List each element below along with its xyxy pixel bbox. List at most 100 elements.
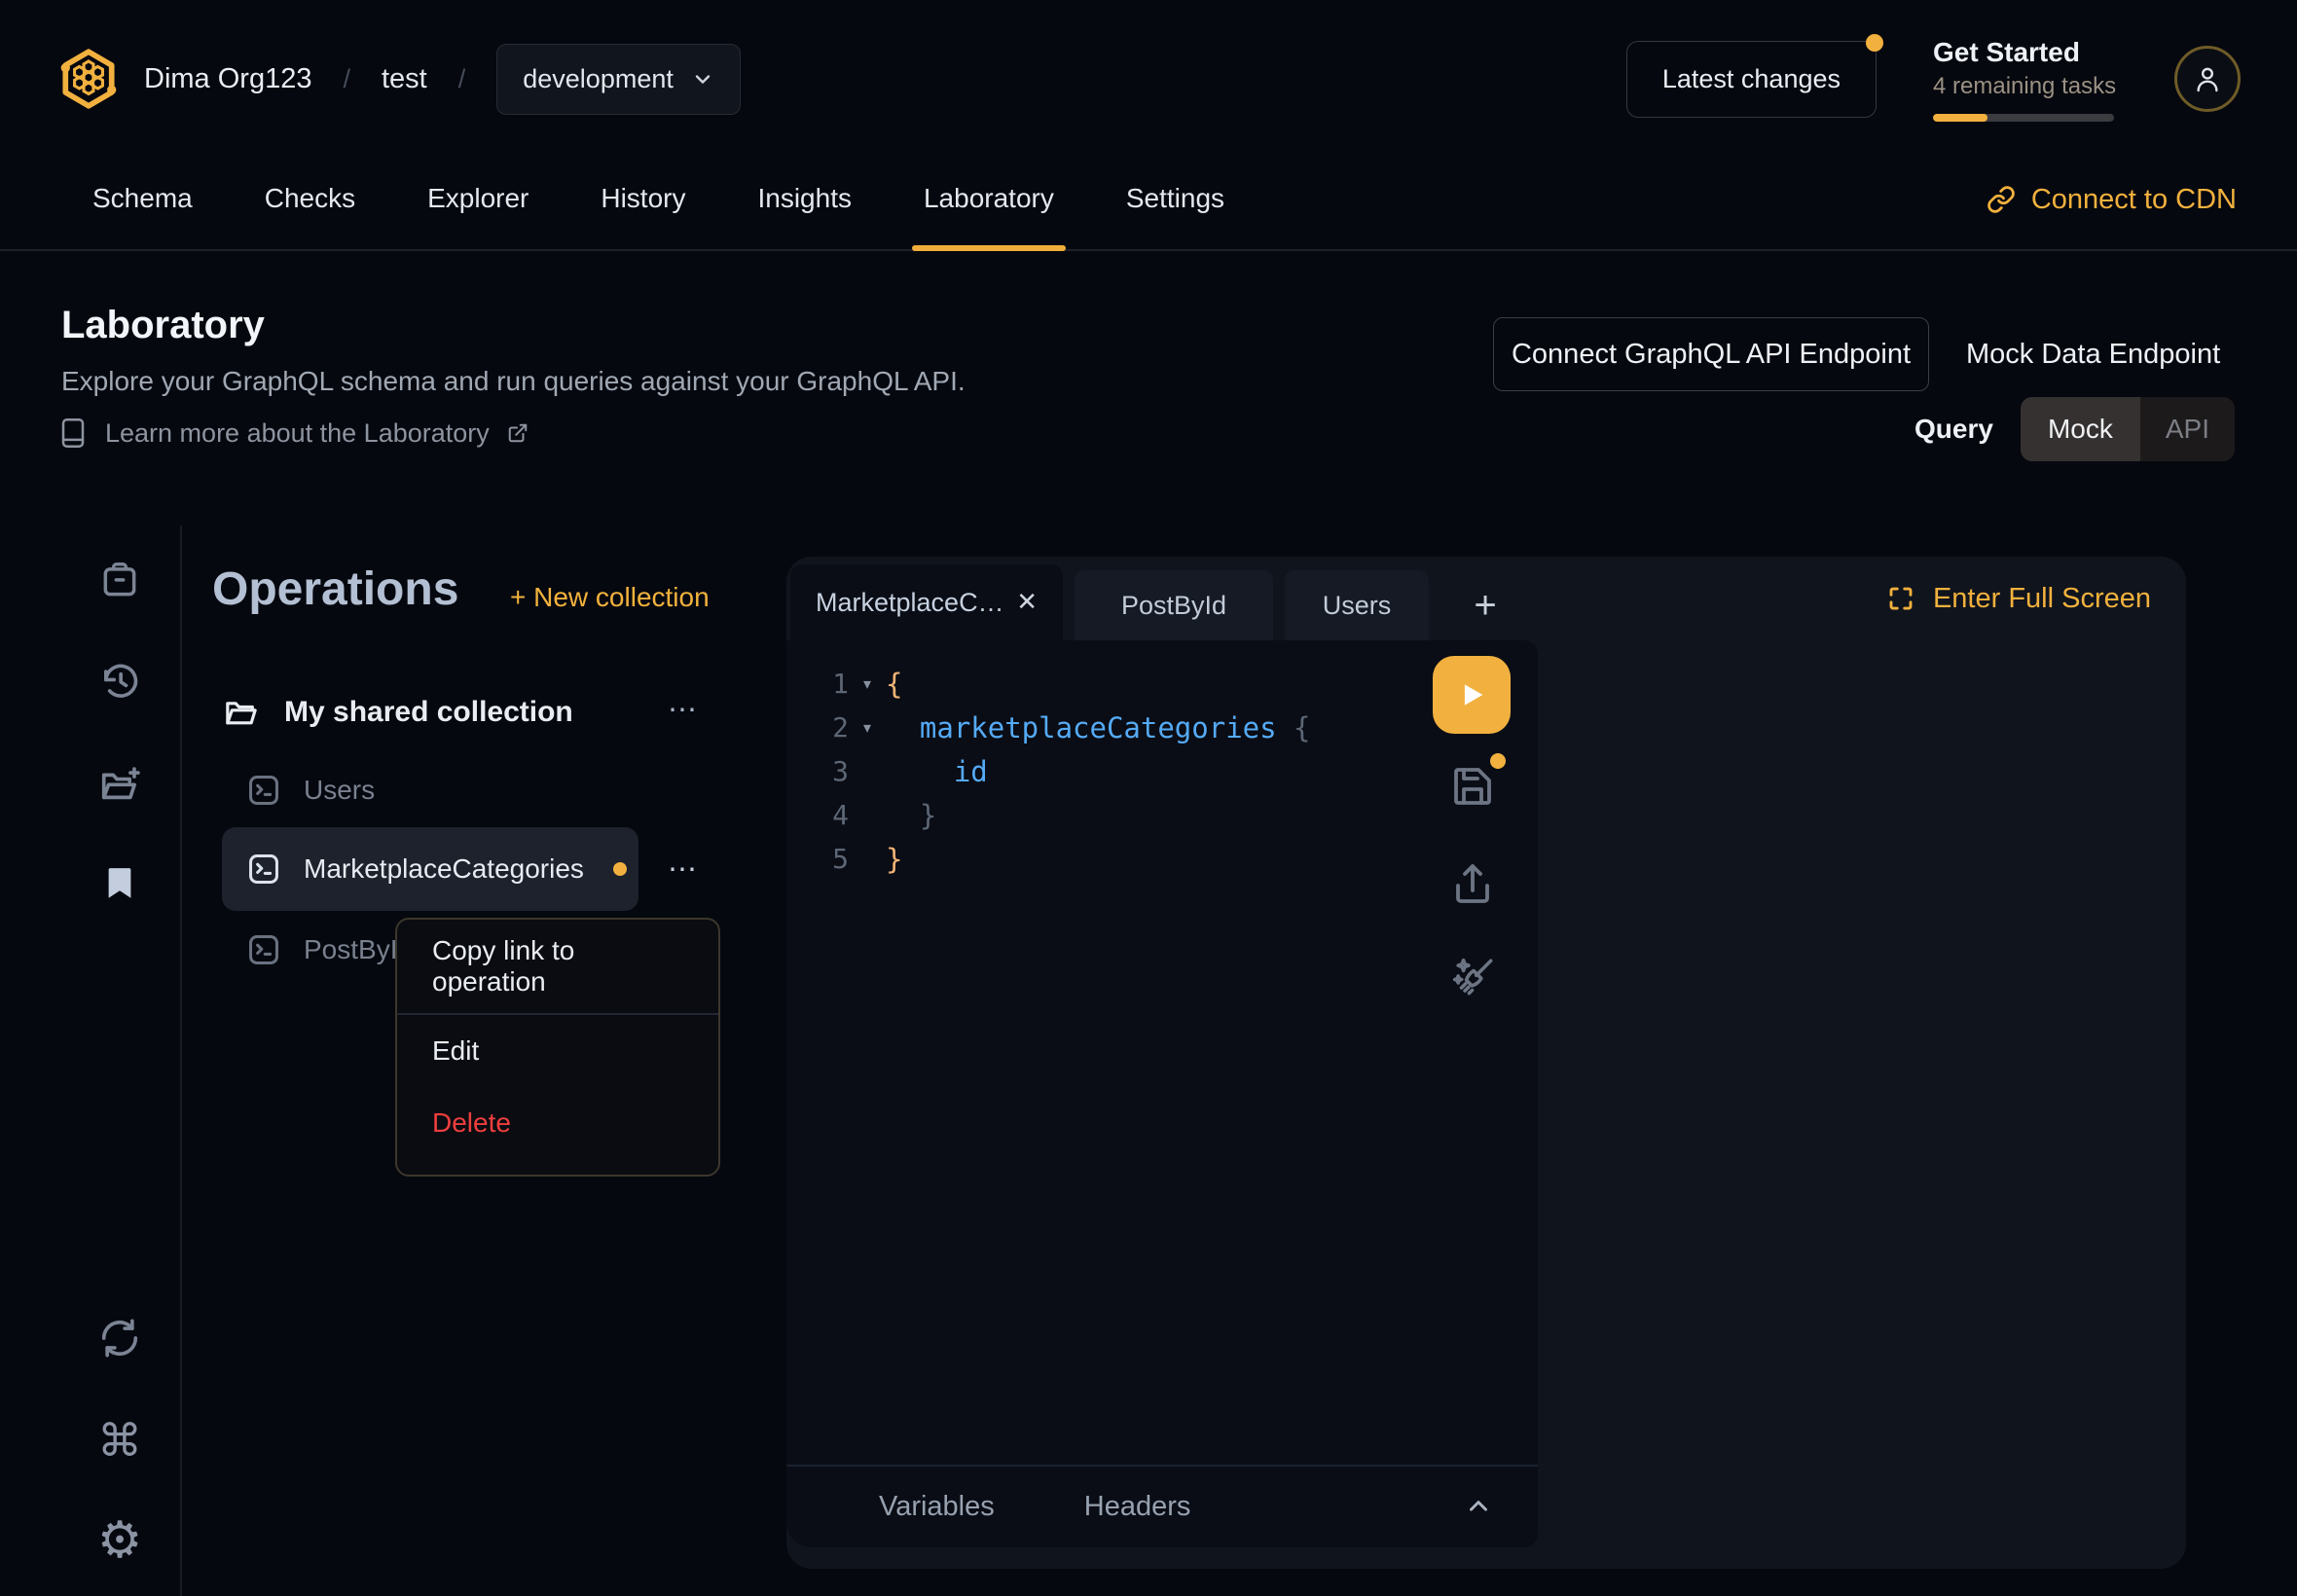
sidebar-item-docs[interactable]: [94, 554, 145, 604]
collapse-chevron-icon[interactable]: [1464, 1492, 1493, 1521]
tab-laboratory[interactable]: Laboratory: [924, 148, 1054, 249]
collection-menu-button[interactable]: ⋯: [668, 693, 701, 727]
code-token: }: [886, 843, 902, 876]
tab-schema[interactable]: Schema: [92, 148, 193, 249]
sidebar-item-shortcuts[interactable]: ⌘: [94, 1415, 145, 1466]
bookmark-icon: [99, 862, 140, 903]
new-tab-button[interactable]: +: [1456, 570, 1514, 640]
get-started-widget[interactable]: Get Started 4 remaining tasks: [1933, 37, 2118, 122]
learn-more-link[interactable]: Learn more about the Laboratory: [58, 417, 529, 450]
close-tab-icon[interactable]: ✕: [1016, 588, 1038, 617]
breadcrumb-project[interactable]: test: [382, 63, 427, 95]
code-line: 5 }: [786, 837, 1390, 881]
operation-item-users[interactable]: Users: [245, 761, 375, 819]
connect-endpoint-button[interactable]: Connect GraphQL API Endpoint: [1493, 317, 1929, 391]
link-icon: [1987, 185, 2016, 214]
menu-item-edit[interactable]: Edit: [397, 1015, 718, 1087]
unsaved-changes-dot: [613, 862, 627, 876]
menu-item-delete[interactable]: Delete: [397, 1087, 718, 1159]
editor-tab-postbyid[interactable]: PostById: [1075, 570, 1273, 640]
laboratory-page: Dima Org123 / test / development Latest …: [0, 0, 2297, 1596]
play-icon: [1455, 678, 1488, 711]
book-icon: [58, 417, 88, 450]
operation-item-marketplacecategories[interactable]: MarketplaceCategories: [245, 827, 584, 911]
notification-dot: [1866, 34, 1883, 52]
learn-more-label: Learn more about the Laboratory: [105, 418, 490, 449]
share-operation-button[interactable]: [1449, 860, 1496, 907]
connect-to-cdn-link[interactable]: Connect to CDN: [1987, 148, 2237, 251]
page-title: Laboratory: [61, 304, 265, 347]
code-token: {: [886, 668, 902, 701]
user-avatar[interactable]: [2174, 46, 2241, 112]
sidebar-item-sync[interactable]: [94, 1313, 145, 1363]
query-target-toggle: Mock API: [2021, 397, 2235, 461]
tab-explorer[interactable]: Explorer: [427, 148, 529, 249]
latest-changes-button[interactable]: Latest changes: [1626, 41, 1877, 118]
get-started-title: Get Started: [1933, 37, 2118, 68]
save-operation-button[interactable]: [1449, 763, 1496, 810]
enter-fullscreen-button[interactable]: Enter Full Screen: [1886, 557, 2151, 640]
toggle-option-mock[interactable]: Mock: [2021, 397, 2140, 461]
sidebar-item-saved-operations[interactable]: [94, 857, 145, 908]
operation-item-postbyid[interactable]: PostById: [245, 921, 413, 979]
code-token: id: [886, 755, 988, 788]
folder-plus-icon: [97, 761, 142, 806]
graphql-query-editor[interactable]: 1 ▾ { 2 ▾ marketplaceCategories { 3 id: [786, 662, 1390, 881]
operation-icon: [245, 931, 282, 968]
fold-icon[interactable]: ▾: [849, 674, 886, 694]
code-token: }: [886, 799, 936, 832]
editor-tab-label: MarketplaceC…: [816, 588, 1004, 618]
command-icon: ⌘: [97, 1414, 142, 1467]
breadcrumb-separator: /: [335, 64, 358, 94]
query-editor-column: 1 ▾ { 2 ▾ marketplaceCategories { 3 id: [786, 640, 1538, 1547]
toggle-option-api[interactable]: API: [2140, 397, 2235, 461]
line-number: 5: [786, 843, 849, 875]
mock-data-endpoint-label[interactable]: Mock Data Endpoint: [1966, 317, 2220, 391]
code-token: marketplaceCategories: [886, 711, 1294, 744]
code-line: 4 }: [786, 793, 1390, 837]
latest-changes-label: Latest changes: [1662, 64, 1841, 93]
get-started-progressbar: [1933, 114, 2114, 122]
operations-title: Operations: [212, 562, 458, 616]
collection-name: My shared collection: [284, 696, 573, 729]
sidebar-item-history[interactable]: [94, 656, 145, 707]
operation-menu-button[interactable]: ⋯: [668, 852, 701, 887]
hive-logo[interactable]: [56, 47, 121, 111]
environment-dropdown[interactable]: development: [496, 44, 741, 115]
editor-tab-users[interactable]: Users: [1285, 570, 1429, 640]
headers-tab[interactable]: Headers: [1084, 1491, 1191, 1523]
sidebar-item-settings[interactable]: ⚙: [94, 1515, 145, 1566]
menu-item-copy-link[interactable]: Copy link to operation: [397, 920, 718, 1013]
operation-context-menu: Copy link to operation Edit Delete: [395, 918, 720, 1177]
prettify-query-button[interactable]: [1449, 954, 1496, 1000]
tab-history[interactable]: History: [601, 148, 685, 249]
sidebar-divider: [180, 526, 182, 1596]
editor-bottom-bar: Variables Headers: [786, 1467, 1538, 1547]
collection-row[interactable]: My shared collection: [222, 681, 573, 744]
laboratory-editor-panel: 1 ▾ { 2 ▾ marketplaceCategories { 3 id: [786, 557, 2186, 1569]
page-description: Explore your GraphQL schema and run quer…: [61, 366, 966, 397]
run-query-button[interactable]: [1433, 656, 1511, 734]
editor-tab-marketplacecategories[interactable]: MarketplaceC… ✕: [790, 564, 1063, 640]
unsaved-changes-dot: [1490, 753, 1506, 769]
breadcrumb: Dima Org123 / test / development: [56, 21, 741, 136]
variables-tab[interactable]: Variables: [879, 1491, 995, 1523]
line-number: 3: [786, 755, 849, 787]
line-number: 1: [786, 668, 849, 700]
query-label: Query: [1914, 414, 1993, 445]
sidebar-item-new-collection[interactable]: [94, 758, 145, 809]
external-link-icon: [507, 422, 529, 444]
operation-name: MarketplaceCategories: [304, 853, 584, 885]
code-line: 3 id: [786, 749, 1390, 793]
history-clock-icon: [97, 659, 142, 704]
fold-icon[interactable]: ▾: [849, 718, 886, 738]
tab-checks[interactable]: Checks: [265, 148, 355, 249]
gear-icon: ⚙: [97, 1511, 143, 1570]
topbar-right: Latest changes Get Started 4 remaining t…: [1626, 21, 2241, 136]
tab-insights[interactable]: Insights: [757, 148, 852, 249]
tab-settings[interactable]: Settings: [1126, 148, 1224, 249]
fullscreen-icon: [1886, 584, 1915, 613]
breadcrumb-org[interactable]: Dima Org123: [144, 63, 311, 95]
archive-box-icon: [98, 558, 141, 600]
new-collection-button[interactable]: + New collection: [510, 582, 710, 613]
